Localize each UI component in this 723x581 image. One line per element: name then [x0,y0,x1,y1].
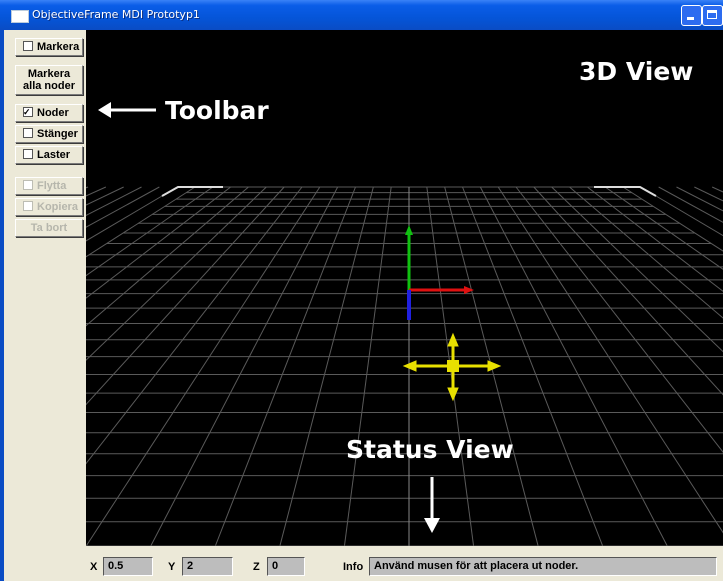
toolbar-label: Toolbar [165,96,269,125]
app-window: ObjectiveFrame MDI Prototyp1 Markera Mar… [0,0,723,581]
markera-label: Markera [37,41,80,53]
z-field[interactable]: 0 [267,557,305,576]
stanger-checkbox[interactable]: Stänger [15,125,83,143]
y-field[interactable]: 2 [182,557,233,576]
kopiera-checkbox[interactable]: Kopiera [15,198,83,216]
minimize-icon[interactable] [681,5,702,26]
toolbar-panel: Markera Markera alla noder Noder Stänger… [0,30,86,581]
noder-label: Noder [37,107,69,119]
checkbox-icon [23,128,33,138]
down-arrow-icon [424,477,440,533]
flytta-label: Flytta [37,180,67,192]
checkbox-icon [23,201,33,211]
laster-checkbox[interactable]: Laster [15,146,83,164]
window-icon [11,10,29,23]
checkbox-icon [23,180,33,190]
window-title: ObjectiveFrame MDI Prototyp1 [32,8,200,21]
markera-alla-noder-button[interactable]: Markera alla noder [15,65,83,95]
z-label: Z [253,561,260,573]
kopiera-label: Kopiera [37,201,78,213]
checkbox-icon [23,149,33,159]
ta-bort-button[interactable]: Ta bort [15,219,83,237]
status-bar: X 0.5 Y 2 Z 0 Info Använd musen för att … [86,546,723,581]
3d-view-label: 3D View [579,57,694,86]
x-label: X [90,561,98,573]
flytta-checkbox[interactable]: Flytta [15,177,83,195]
title-bar: ObjectiveFrame MDI Prototyp1 [0,0,723,30]
x-field[interactable]: 0.5 [103,557,153,576]
y-label: Y [168,561,176,573]
ta-bort-label: Ta bort [30,222,68,234]
markera-alla-line2: alla noder [23,80,75,92]
axis-gizmo [405,225,474,320]
laster-label: Laster [37,149,71,161]
3d-viewport[interactable]: 3D View Toolbar Status View [86,30,723,546]
status-view-label: Status View [346,435,514,464]
info-label: Info [343,561,364,573]
left-arrow-icon [98,102,156,118]
maximize-icon[interactable] [702,5,723,26]
checkbox-checked-icon [23,104,33,120]
markera-checkbox[interactable]: Markera [15,38,83,56]
info-field: Använd musen för att placera ut noder. [369,557,717,576]
checkbox-icon [23,41,33,51]
stanger-label: Stänger [37,128,78,140]
noder-checkbox[interactable]: Noder [15,104,83,122]
markera-alla-line1: Markera [27,68,71,80]
